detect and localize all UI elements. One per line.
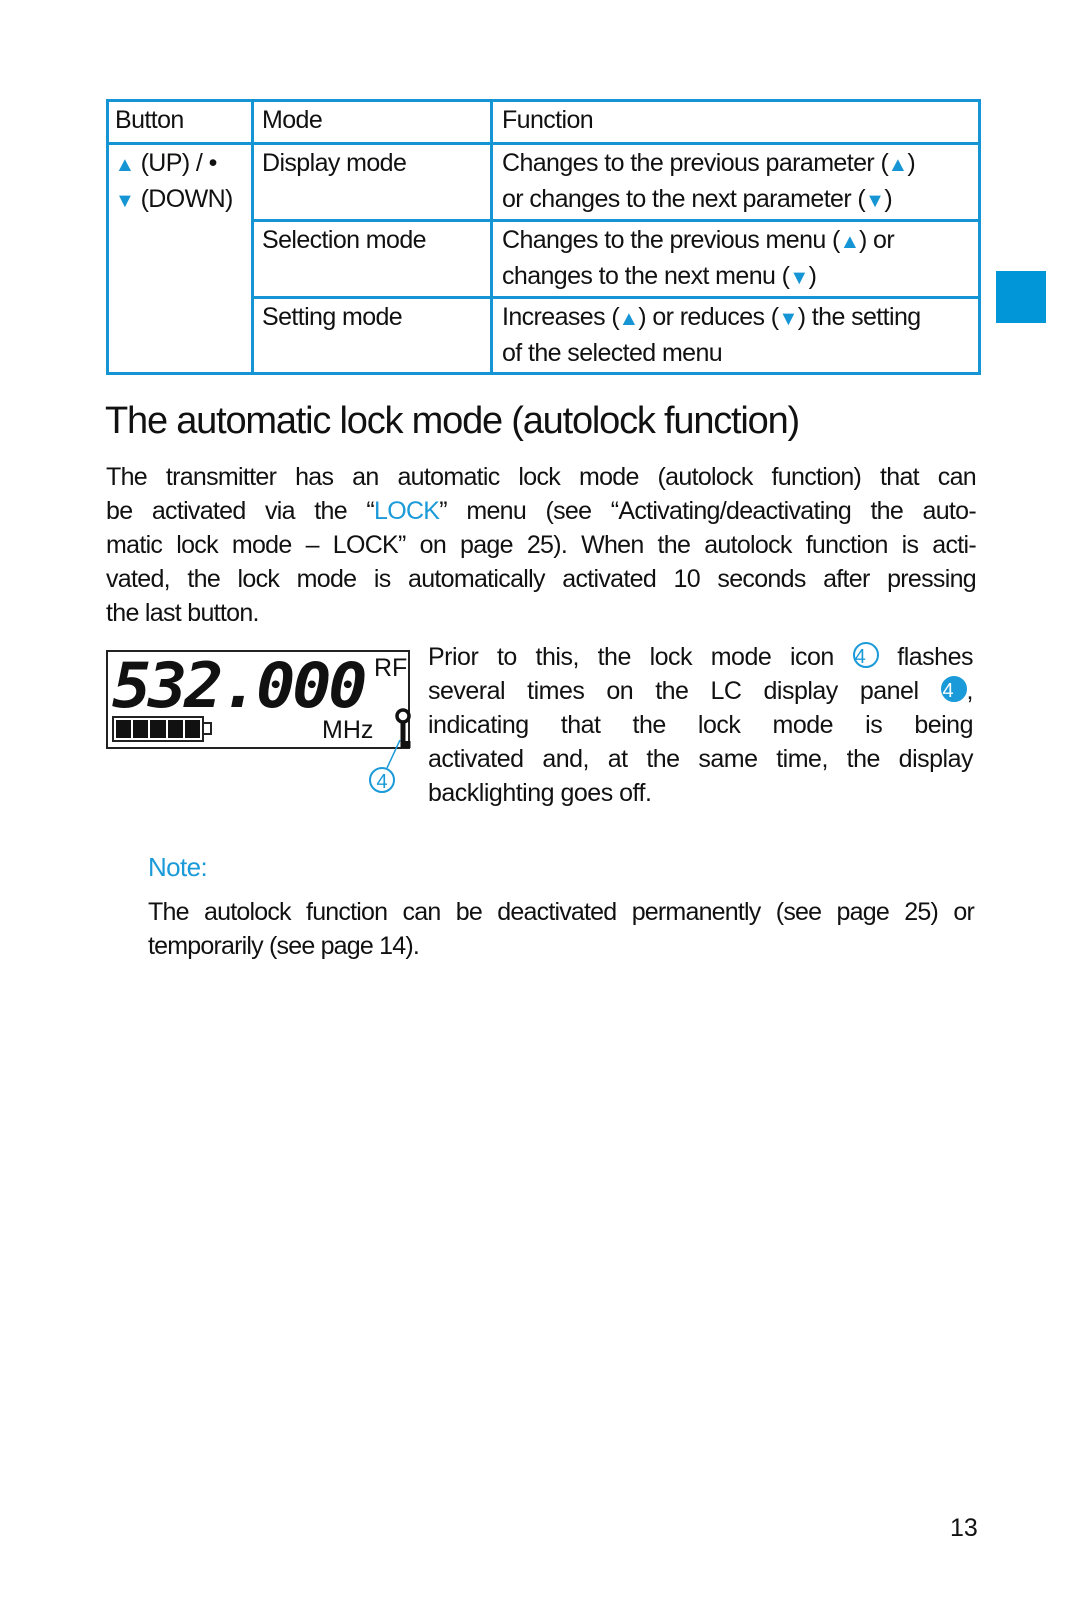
table-row-display-mode: Display mode <box>262 149 407 177</box>
battery-segment <box>150 720 166 738</box>
paragraph-text: Prior to this, the lock mode icon <box>428 643 834 671</box>
function-text: Increases ( <box>502 303 620 331</box>
down-arrow-icon: ▼ <box>865 190 885 212</box>
paragraph-line: backlighting goes off. <box>428 779 652 807</box>
paragraph-line: activated and, at the same time, the dis… <box>428 745 974 773</box>
table-border-col2 <box>490 99 493 375</box>
table-row-setting-mode: Setting mode <box>262 303 403 331</box>
function-text: changes to the next menu ( <box>502 262 790 290</box>
table-border-row2-bottom <box>252 296 981 299</box>
paragraph-line: matic lock mode – LOCK” on page 25). Whe… <box>106 531 977 559</box>
function-text: of the selected menu <box>502 339 723 367</box>
table-border-top <box>106 99 981 102</box>
paragraph-line: indicating that the lock mode is being <box>428 711 974 739</box>
table-row-selection-function: Changes to the previous menu (▲) or chan… <box>502 223 895 295</box>
function-text: or changes to the next parameter ( <box>502 185 866 213</box>
function-text: ) the setting <box>797 303 921 331</box>
button-up: ▲ (UP) / • <box>115 146 233 182</box>
lcd-display-illustration: 532.000 RF MHz <box>106 649 411 749</box>
function-text: ) or reduces ( <box>638 303 779 331</box>
battery-segment <box>167 720 183 738</box>
function-text: ) or <box>858 226 895 254</box>
paragraph-line: vated, the lock mode is automatically ac… <box>106 565 977 593</box>
battery-segment <box>116 720 132 738</box>
battery-tip <box>204 722 212 735</box>
paragraph-line: be activated via the “LOCK” menu (see “A… <box>106 494 977 528</box>
table-border-row1-bottom <box>252 219 981 222</box>
battery-segment <box>184 720 201 738</box>
lcd-frequency: 532.000 <box>112 649 367 722</box>
callout-leader-line <box>386 740 401 769</box>
lock-flash-paragraph: Prior to this, the lock mode icon 4 flas… <box>428 640 974 810</box>
lcd-unit-label: MHz <box>322 716 374 744</box>
table-row-setting-function: Increases (▲) or reduces (▼) the setting… <box>502 300 921 370</box>
lock-menu-link[interactable]: LOCK <box>374 497 440 525</box>
callout-number-4: 4 <box>369 767 395 793</box>
note-line: temporarily (see page 14). <box>148 932 420 960</box>
function-text: Changes to the previous menu ( <box>502 226 840 254</box>
lcd-rf-label: RF <box>374 654 408 682</box>
note-label: Note: <box>148 852 208 882</box>
table-header-button: Button <box>115 106 184 134</box>
chapter-tab-marker <box>996 271 1046 323</box>
up-arrow-icon: ▲ <box>887 154 909 176</box>
paragraph-text: several times on the LC display panel <box>428 677 919 705</box>
page-number: 13 <box>950 1514 978 1542</box>
paragraph-text: , <box>966 677 974 705</box>
paragraph-line: The transmitter has an automatic lock mo… <box>106 463 977 491</box>
up-arrow-icon: ▲ <box>114 154 136 176</box>
table-border-right <box>978 99 981 375</box>
battery-segment <box>133 720 149 738</box>
table-border-header-bottom <box>106 142 981 145</box>
table-border-left <box>106 99 109 375</box>
paragraph-line: Prior to this, the lock mode icon 4 flas… <box>428 640 973 674</box>
button-down-label: (DOWN) <box>140 185 234 213</box>
table-header-function: Function <box>502 106 594 134</box>
callout-ref-4-filled: 4 <box>940 676 967 702</box>
table-header-mode: Mode <box>262 106 323 134</box>
button-function-table: Button Mode Function ▲ (UP) / • ▼ (DOWN)… <box>106 99 981 375</box>
function-text: Changes to the previous parameter ( <box>502 149 889 177</box>
table-border-col1 <box>251 99 254 375</box>
paragraph-line: the last button. <box>106 599 260 627</box>
function-text: ) <box>907 149 916 177</box>
function-text: ) <box>884 185 893 213</box>
table-border-bottom <box>106 372 981 375</box>
up-arrow-icon: ▲ <box>618 308 640 330</box>
intro-paragraph: The transmitter has an automatic lock mo… <box>106 460 977 630</box>
battery-icon <box>112 716 204 742</box>
up-arrow-icon: ▲ <box>839 231 860 253</box>
note-line: The autolock function can be deactivated… <box>148 898 975 926</box>
callout-ref-4: 4 <box>852 642 879 668</box>
down-arrow-icon: ▼ <box>115 190 135 212</box>
paragraph-text: be activated via the “ <box>106 497 375 525</box>
button-down: ▼ (DOWN) <box>115 182 233 218</box>
paragraph-text: flashes <box>897 643 973 671</box>
down-arrow-icon: ▼ <box>789 267 809 289</box>
table-row-selection-mode: Selection mode <box>262 226 427 254</box>
paragraph-text: ” menu (see “Activating/deactivating the… <box>439 497 976 525</box>
button-up-label: (UP) / • <box>140 149 218 177</box>
button-cell: ▲ (UP) / • ▼ (DOWN) <box>115 146 234 218</box>
table-row-display-function: Changes to the previous parameter (▲) or… <box>502 146 916 218</box>
section-heading: The automatic lock mode (autolock functi… <box>105 400 800 442</box>
down-arrow-icon: ▼ <box>778 308 799 330</box>
paragraph-line: several times on the LC display panel 4, <box>428 674 974 708</box>
function-text: ) <box>808 262 817 290</box>
note-text: The autolock function can be deactivated… <box>148 895 975 963</box>
